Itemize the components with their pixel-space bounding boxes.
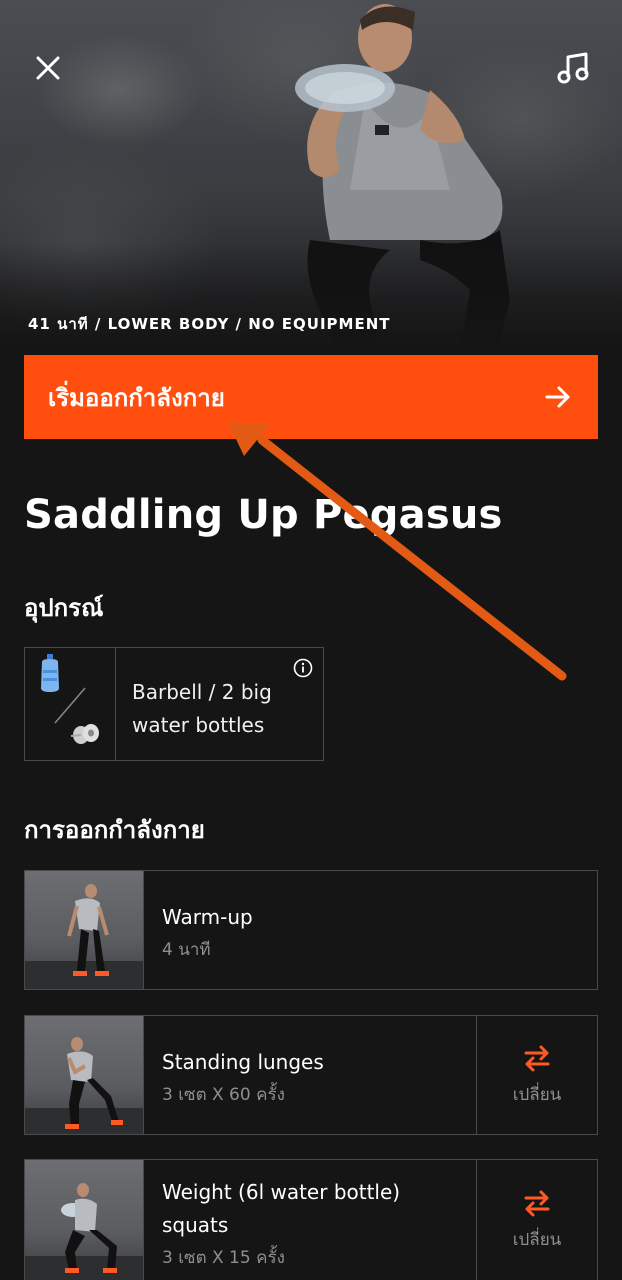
exercise-name: Warm-up [162, 905, 253, 929]
exercise-thumbnail [25, 871, 144, 989]
exercises-heading: การออกกำลังกาย [24, 816, 205, 844]
start-workout-label: เริ่มออกกำลังกาย [48, 383, 225, 412]
equipment-line-1: Barbell / 2 big [132, 680, 272, 704]
lunge-figure [25, 1037, 143, 1134]
exercise-thumbnail [25, 1160, 144, 1280]
arrow-right-icon [545, 386, 570, 408]
equipment-heading: อุปกรณ์ [24, 594, 104, 622]
swap-exercise-button[interactable]: เปลี่ยน [476, 1160, 597, 1280]
equipment-card[interactable]: Barbell / 2 big water bottles [24, 647, 324, 761]
swap-label: เปลี่ยน [512, 1084, 562, 1105]
exercise-name: Weight (6l water bottle) [162, 1180, 401, 1204]
swap-arrows-icon [524, 1045, 550, 1071]
exercise-card-weight-squats[interactable]: Weight (6l water bottle) squats 3 เซต X … [24, 1159, 598, 1280]
swap-arrows-icon [524, 1190, 550, 1216]
workout-title: Saddling Up Pegasus [24, 492, 503, 538]
equipment-thumbnail [25, 648, 116, 760]
music-button[interactable] [550, 44, 598, 92]
close-button[interactable] [24, 44, 72, 92]
exercise-card-warm-up[interactable]: Warm-up 4 นาที [24, 870, 598, 990]
workout-meta: 41 นาที / LOWER BODY / NO EQUIPMENT [28, 315, 391, 333]
warm-up-figure [25, 884, 143, 989]
swap-exercise-button[interactable]: เปลี่ยน [476, 1016, 597, 1134]
music-note-icon [557, 52, 589, 84]
exercise-thumbnail [25, 1016, 144, 1134]
exercise-detail: 4 นาที [162, 940, 211, 960]
info-icon[interactable] [293, 658, 313, 678]
exercise-detail: 3 เซต X 15 ครั้ง [162, 1248, 285, 1268]
start-workout-button[interactable]: เริ่มออกกำลังกาย [24, 355, 598, 439]
swap-label: เปลี่ยน [512, 1229, 562, 1250]
equipment-icons [41, 654, 99, 744]
close-icon [36, 56, 60, 80]
exercise-name: Standing lunges [162, 1050, 324, 1074]
equipment-line-2: water bottles [132, 713, 265, 737]
exercise-card-standing-lunges[interactable]: Standing lunges 3 เซต X 60 ครั้ง เปลี่ยน [24, 1015, 598, 1135]
hero-image [0, 0, 622, 354]
exercise-detail: 3 เซต X 60 ครั้ง [162, 1085, 285, 1105]
equipment-description: Barbell / 2 big water bottles [116, 648, 323, 760]
exercise-name-line-2: squats [162, 1213, 229, 1237]
squat-figure [25, 1183, 143, 1280]
